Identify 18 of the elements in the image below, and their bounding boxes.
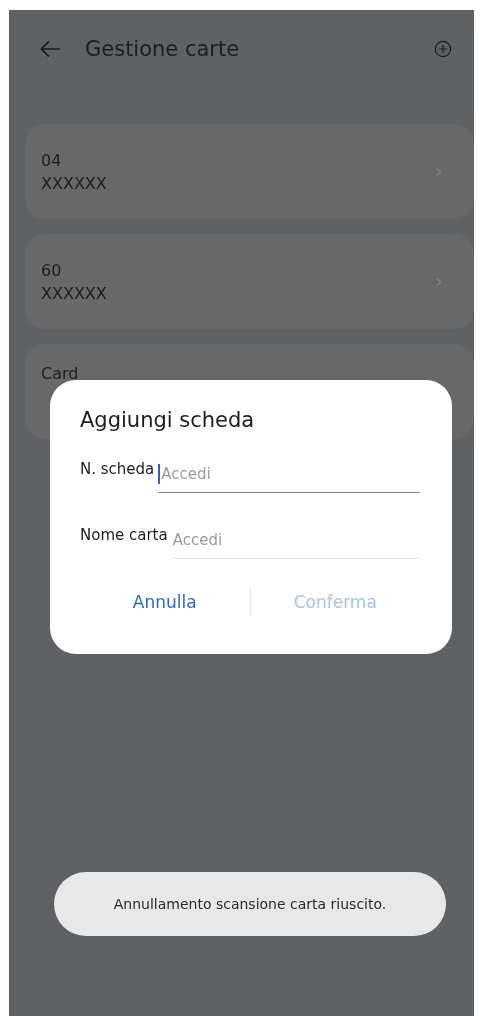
input-field[interactable]: Accedi — [160, 465, 420, 483]
field-label: Nome carta — [80, 525, 168, 544]
card-number: 04 — [41, 150, 63, 170]
card-number: Card — [41, 364, 79, 383]
toast-message: Annullamento scansione carta riuscito. — [54, 872, 446, 936]
chevron-icon — [436, 276, 442, 287]
card-list-item[interactable]: 04 XXXXXX — [25, 124, 474, 219]
page-title: Gestione carte — [85, 37, 241, 61]
cancel-button[interactable]: Annulla — [80, 584, 250, 620]
field-label: N. scheda — [80, 459, 155, 478]
dialog-title: Aggiungi scheda — [80, 408, 256, 432]
chevron-icon — [436, 166, 442, 177]
card-list-item[interactable]: 60 XXXXXX — [25, 234, 474, 329]
card-number: 60 — [41, 260, 63, 280]
card-name: XXXXXX — [41, 173, 107, 193]
input-field[interactable]: Accedi — [171, 531, 420, 549]
card-name: XXXXXX — [41, 283, 107, 303]
add-icon[interactable] — [434, 40, 452, 58]
